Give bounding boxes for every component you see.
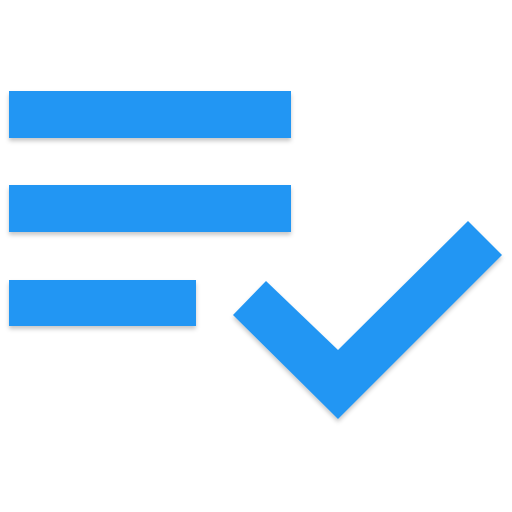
checkmark-icon bbox=[233, 221, 502, 419]
list-line-1-icon bbox=[9, 91, 291, 138]
list-line-3-icon bbox=[9, 280, 196, 326]
icon-canvas bbox=[0, 0, 512, 512]
playlist-add-check-icon bbox=[9, 91, 502, 419]
list-line-2-icon bbox=[9, 185, 291, 232]
